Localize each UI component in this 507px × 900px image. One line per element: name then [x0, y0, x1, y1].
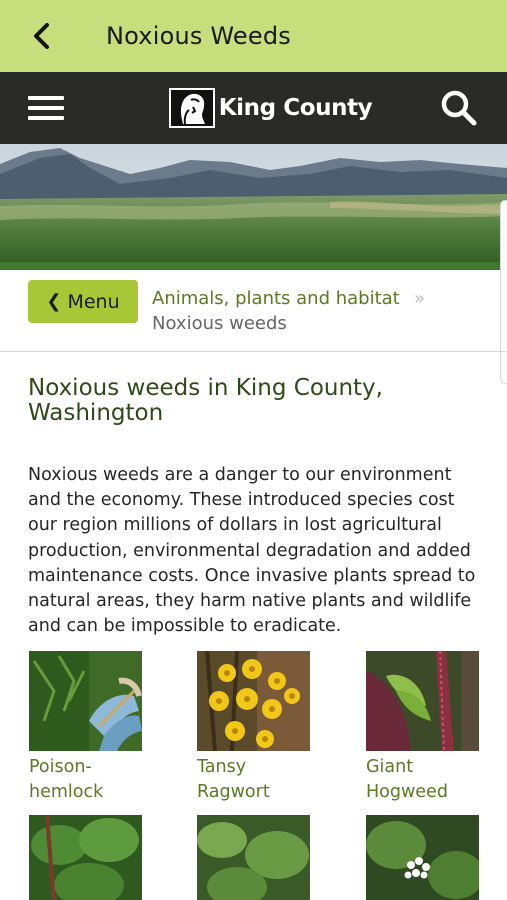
tansy-ragwort-photo — [197, 651, 310, 751]
weed-card[interactable] — [29, 815, 143, 900]
weed-card-giant-hogweed[interactable]: Giant Hogweed — [366, 651, 480, 805]
weed-label[interactable]: Poison- hemlock — [29, 755, 143, 805]
breadcrumb-parent-link[interactable]: Animals, plants and habitat — [152, 288, 400, 309]
app-bar: Noxious Weeds — [0, 0, 507, 72]
giant-hogweed-photo — [366, 651, 479, 751]
menu-button-label: Menu — [67, 290, 120, 313]
weed-photo — [29, 815, 142, 900]
weed-card[interactable] — [366, 815, 480, 900]
hero-banner — [0, 144, 507, 270]
breadcrumb-current: Noxious weeds — [152, 313, 287, 334]
logo-text: King County — [218, 95, 373, 121]
weed-card-poison-hemlock[interactable]: Poison- hemlock — [29, 651, 143, 805]
king-county-logo-mark — [168, 88, 215, 128]
weed-photo — [197, 815, 310, 900]
weed-card-tansy-ragwort[interactable]: Tansy Ragwort — [197, 651, 311, 805]
chevron-left-icon: ❮ — [46, 291, 62, 312]
breadcrumb: ❮ Menu Animals, plants and habitat » Nox… — [0, 270, 507, 352]
weed-card[interactable] — [197, 815, 311, 900]
site-header: King County — [0, 72, 507, 144]
poison-hemlock-photo — [29, 651, 142, 751]
search-icon — [441, 90, 477, 126]
intro-paragraph: Noxious weeds are a danger to our enviro… — [28, 465, 476, 637]
king-county-logo[interactable]: King County — [168, 88, 373, 128]
page-title: Noxious weeds in King County, Washington — [28, 375, 383, 426]
menu-button[interactable]: ❮ Menu — [28, 280, 138, 323]
chevron-left-icon — [34, 23, 49, 49]
weed-photo — [366, 815, 479, 900]
back-button[interactable] — [12, 0, 72, 72]
breadcrumb-separator: » — [414, 288, 426, 309]
hamburger-icon[interactable] — [28, 94, 64, 122]
weed-label[interactable]: Giant Hogweed — [366, 755, 480, 805]
weed-label[interactable]: Tansy Ragwort — [197, 755, 311, 805]
search-button[interactable] — [437, 86, 481, 130]
app-title: Noxious Weeds — [106, 22, 291, 50]
